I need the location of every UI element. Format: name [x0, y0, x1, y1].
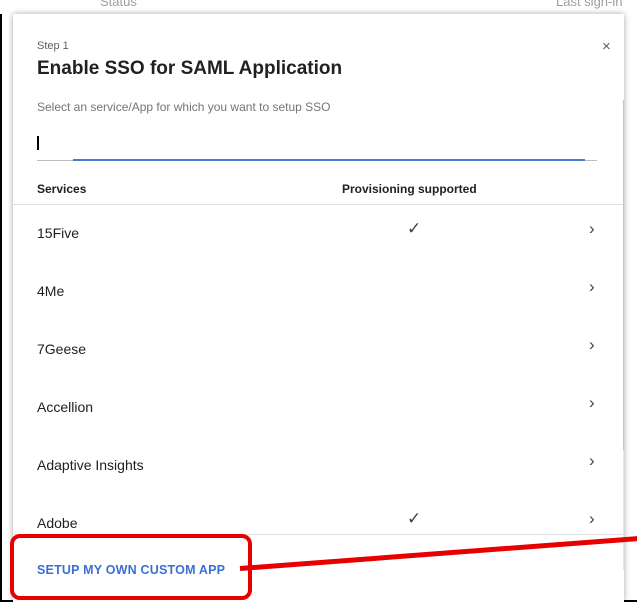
scrollbar[interactable] — [623, 100, 624, 570]
column-header-services: Services — [37, 182, 87, 196]
list-item[interactable]: Accellion › — [13, 379, 623, 437]
provisioning-check-icon: ✓ — [407, 219, 422, 238]
chevron-right-icon[interactable]: › — [589, 219, 595, 239]
chevron-right-icon[interactable]: › — [589, 393, 595, 413]
service-search-input[interactable] — [37, 128, 597, 161]
column-header-provisioning: Provisioning supported — [342, 182, 477, 196]
chevron-right-icon[interactable]: › — [589, 509, 595, 529]
list-item[interactable]: 7Geese › — [13, 321, 623, 379]
services-list: 15Five ✓ › 4Me › 7Geese › Accellion › Ad… — [13, 205, 623, 553]
chevron-right-icon[interactable]: › — [589, 451, 595, 471]
chevron-right-icon[interactable]: › — [589, 335, 595, 355]
background-header: Status Last sign-in — [0, 0, 637, 14]
list-item[interactable]: 15Five ✓ › — [13, 205, 623, 263]
dialog-title: Enable SSO for SAML Application — [37, 58, 343, 79]
service-name: 15Five — [37, 225, 80, 241]
background-column-last-sign-in: Last sign-in — [556, 0, 623, 9]
service-name: 4Me — [37, 283, 65, 299]
annotation-highlight-box — [10, 534, 252, 600]
service-name: Adobe — [37, 515, 78, 531]
text-cursor — [37, 136, 39, 150]
search-instruction: Select an service/App for which you want… — [37, 100, 331, 114]
scrollbar-thumb[interactable] — [623, 100, 624, 450]
service-name: Adaptive Insights — [37, 457, 144, 473]
service-name: 7Geese — [37, 341, 87, 357]
sso-dialog: Step 1 Enable SSO for SAML Application ×… — [13, 14, 624, 602]
background-column-status: Status — [100, 0, 137, 9]
input-focus-underline — [73, 159, 585, 161]
chevron-right-icon[interactable]: › — [589, 277, 595, 297]
list-item[interactable]: Adaptive Insights › — [13, 437, 623, 495]
list-item[interactable]: 4Me › — [13, 263, 623, 321]
provisioning-check-icon: ✓ — [407, 509, 422, 528]
step-label: Step 1 — [37, 40, 69, 52]
close-icon[interactable]: × — [602, 38, 611, 55]
service-name: Accellion — [37, 399, 94, 415]
